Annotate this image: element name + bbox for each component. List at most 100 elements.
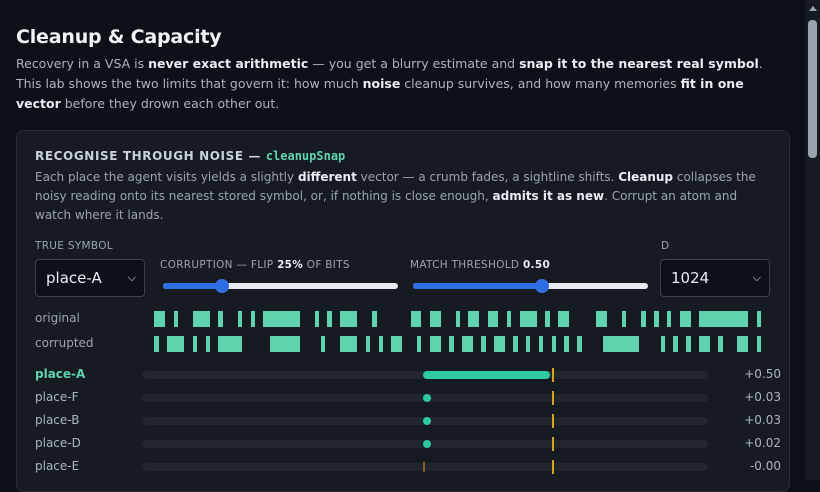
bit-run [449,336,454,352]
bit-run [154,311,166,327]
d-label: D [661,240,670,252]
bit-run [410,311,422,327]
slider-thumb[interactable] [535,279,550,293]
bit-run [192,311,211,327]
threshold-marker [551,414,554,428]
bit-run [167,336,185,352]
corruption-label: CORRUPTION — FLIP 25% OF BITS [160,259,350,271]
bit-run [577,336,582,352]
bit-run [519,311,537,327]
bit-run [756,311,761,327]
match-name: place-F [35,390,79,404]
bit-run [218,311,223,327]
threshold-label: MATCH THRESHOLD 0.50 [410,259,550,271]
bit-run [487,311,499,327]
match-row: place-F +0.03 [35,388,781,408]
match-name: place-D [35,436,81,450]
bit-run [314,311,319,327]
bit-run [429,336,441,352]
bit-run [391,336,403,352]
true-symbol-select[interactable]: place-A ⌵ [35,259,145,297]
bit-run [602,336,640,352]
bit-run [378,336,384,352]
slider-fill [163,283,222,289]
intro-segment: noise [362,76,401,91]
bit-run [654,311,659,327]
bit-run [173,311,179,327]
scroll-up-icon[interactable] [809,6,817,11]
intro-segment: never exact arithmetic [148,56,309,71]
card-heading-title: RECOGNISE THROUGH NOISE [35,149,244,163]
match-value: +0.50 [744,367,781,381]
original-bits [148,311,763,327]
bit-run [513,336,518,352]
match-bar [423,417,431,425]
bit-run [660,336,665,352]
bit-run [468,311,480,327]
scrollbar-thumb[interactable] [808,20,817,158]
intro-segment: — you get a blurry estimate and [308,56,520,71]
bit-run [218,336,243,352]
bit-run [538,336,544,352]
corrupted-label: corrupted [35,336,94,350]
threshold-marker [551,460,554,474]
match-track [142,391,708,405]
match-name: place-B [35,413,80,427]
card-heading: RECOGNISE THROUGH NOISE — cleanupSnap [35,149,345,163]
scrollbar[interactable] [805,0,820,480]
corrupted-bits [148,336,763,352]
bit-run [673,336,678,352]
bit-run [506,311,512,327]
match-track [142,414,708,428]
bit-run [481,336,486,352]
corruption-slider[interactable] [163,278,398,294]
match-track [142,460,708,474]
match-value: -0.00 [749,459,781,473]
bit-run [679,311,691,327]
intro-segment: Recovery in a VSA is [16,56,149,71]
match-row: place-B +0.03 [35,411,781,431]
bit-run [737,336,749,352]
bit-run [154,336,159,352]
bit-run [340,336,358,352]
slider-thumb[interactable] [214,279,229,293]
description-segment: Each place the agent visits yields a sli… [35,170,298,184]
bit-run [622,311,627,327]
threshold-marker [551,391,554,405]
threshold-slider[interactable] [413,278,648,294]
bit-run [641,311,646,327]
bit-run [340,311,358,327]
description-segment: vector — a crumb fades, a sightline shif… [356,170,619,184]
bit-run [558,311,569,327]
match-track [142,368,708,382]
bit-run [327,311,332,327]
bit-run [564,336,569,352]
chevron-down-icon: ⌵ [127,271,136,284]
bit-run [756,336,761,352]
bit-run [545,311,550,327]
chevron-down-icon: ⌵ [752,271,761,284]
threshold-label-text: MATCH THRESHOLD [410,259,523,271]
bit-run [372,311,377,327]
bit-run [493,336,505,352]
corruption-label-post: OF BITS [303,259,350,271]
threshold-marker [551,437,554,451]
bit-run [429,311,441,327]
bit-run [417,336,422,352]
bit-run [320,336,326,352]
intro-segment: before they drown each other out. [60,96,280,111]
d-select[interactable]: 1024 ⌵ [660,259,770,297]
bit-run [698,336,710,352]
bit-run [250,311,255,327]
description-segment: admits it as new [492,189,605,203]
bit-run [686,336,691,352]
description-segment: different [297,170,357,184]
bit-run [525,336,531,352]
page-title: Cleanup & Capacity [16,26,222,48]
original-label: original [35,311,80,325]
bit-run [237,311,243,327]
bit-run [365,336,371,352]
match-bar [423,371,550,379]
d-value: 1024 [671,269,710,287]
bit-run [263,311,300,327]
